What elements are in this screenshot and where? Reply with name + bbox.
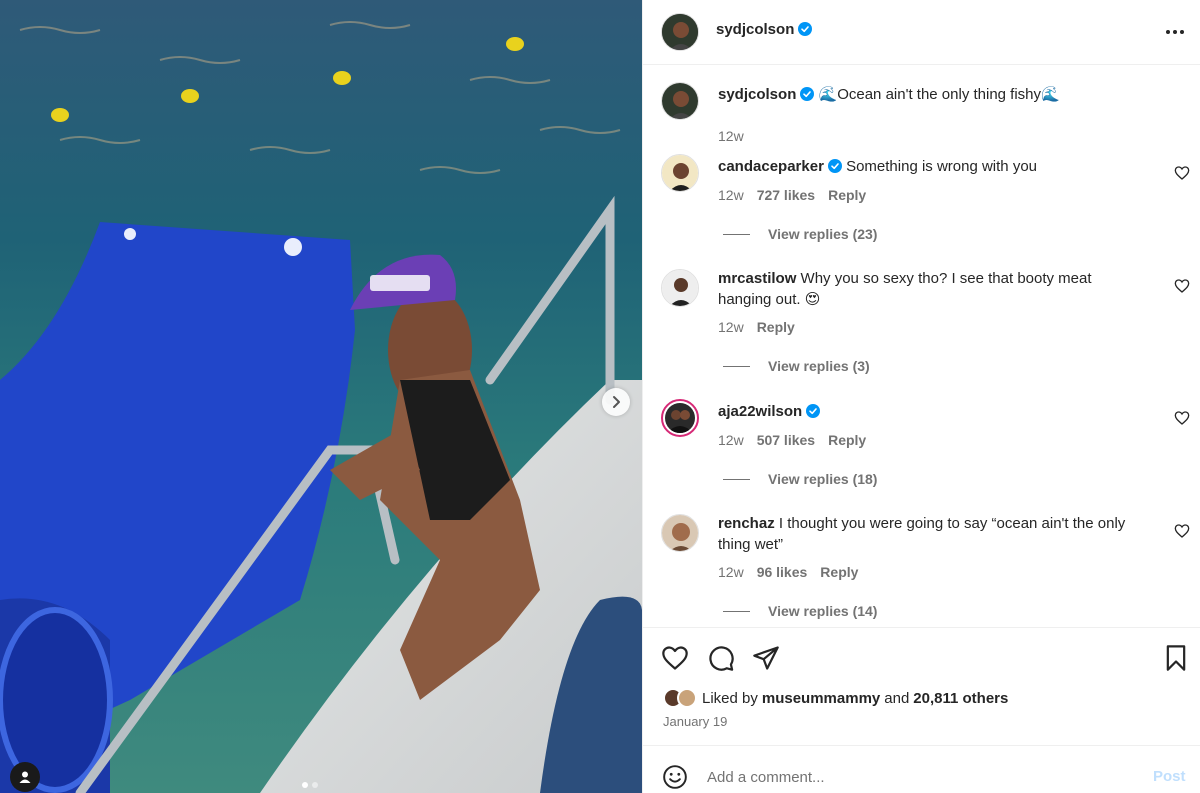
reply-button[interactable]: Reply	[828, 187, 866, 203]
comment-input[interactable]	[707, 764, 1127, 790]
replies-divider	[723, 365, 750, 367]
commenter-avatar[interactable]	[661, 514, 699, 552]
comment-text-row: aja22wilson	[718, 402, 1148, 423]
comment-meta: 12w 507 likes Reply	[718, 432, 866, 448]
likes-prefix: Liked by	[702, 689, 758, 707]
likes-count[interactable]: 20,811 others	[913, 690, 1008, 707]
user-tags-button[interactable]	[10, 762, 40, 792]
commenter-avatar[interactable]	[661, 269, 699, 307]
next-slide-button[interactable]	[602, 388, 630, 416]
reply-button[interactable]: Reply	[820, 564, 858, 580]
view-replies-label: View replies (18)	[768, 471, 878, 487]
comment-age: 12w	[718, 187, 744, 203]
commenter-avatar[interactable]	[661, 154, 699, 192]
comment-likes[interactable]: 727 likes	[757, 187, 815, 203]
reply-button[interactable]: Reply	[757, 319, 795, 335]
post-date[interactable]: January 19	[663, 714, 727, 729]
comment-item: renchaz I thought you were going to say …	[643, 511, 1200, 621]
replies-divider	[723, 233, 750, 235]
comment-composer: Post	[643, 745, 1200, 793]
view-replies-label: View replies (3)	[768, 358, 870, 374]
author-avatar-image	[662, 14, 698, 50]
comment-item: mrcastilow Why you so sexy tho? I see th…	[643, 266, 1200, 376]
carousel-dot	[302, 782, 308, 788]
commenter-avatar-image	[662, 270, 698, 306]
share-icon[interactable]	[752, 644, 780, 672]
reply-button[interactable]: Reply	[828, 432, 866, 448]
author-name-row: sydjcolson	[716, 21, 813, 39]
user-tag-icon	[19, 771, 31, 783]
more-options-button[interactable]	[1163, 20, 1187, 44]
commenter-username[interactable]: aja22wilson	[718, 403, 802, 420]
comment-age: 12w	[718, 319, 744, 335]
comment-text: I thought you were going to say “ocean a…	[718, 515, 1126, 553]
like-comment-heart-icon[interactable]	[1174, 410, 1190, 426]
carousel-dot	[312, 782, 318, 788]
comment-item: candaceparker Something is wrong with yo…	[643, 154, 1200, 244]
commenter-username[interactable]: renchaz	[718, 515, 775, 532]
verified-icon	[827, 159, 842, 173]
emoji-icon[interactable]	[662, 764, 688, 790]
view-replies-button[interactable]: View replies (23)	[723, 226, 877, 242]
commenter-avatar-image	[665, 403, 695, 433]
caption-avatar-image	[662, 83, 698, 119]
comment-age: 12w	[718, 432, 744, 448]
more-icon	[1166, 30, 1184, 34]
comment-age: 12w	[718, 564, 744, 580]
comment-text-row: renchaz I thought you were going to say …	[718, 514, 1148, 555]
comment-meta: 12w 727 likes Reply	[718, 187, 866, 203]
comment-meta: 12w Reply	[718, 319, 795, 335]
replies-divider	[723, 610, 750, 612]
comment-icon[interactable]	[707, 644, 735, 672]
post-comment-button[interactable]: Post	[1153, 768, 1186, 785]
carousel-dots	[302, 782, 318, 788]
like-comment-heart-icon[interactable]	[1174, 278, 1190, 294]
post-photo	[0, 0, 642, 793]
comment-likes[interactable]: 96 likes	[757, 564, 808, 580]
post-media[interactable]	[0, 0, 642, 793]
post-panel: sydjcolson sydjcolson 🌊Ocean ain't the o…	[642, 0, 1200, 793]
caption-text-row: sydjcolson 🌊Ocean ain't the only thing f…	[718, 85, 1148, 106]
caption-username[interactable]: sydjcolson	[718, 86, 796, 103]
view-replies-button[interactable]: View replies (14)	[723, 603, 877, 619]
verified-icon	[806, 404, 821, 418]
comment-item: aja22wilson 12w 507 likes Reply View rep…	[643, 399, 1200, 489]
caption-age: 12w	[718, 128, 744, 144]
verified-icon	[800, 87, 815, 101]
heart-icon[interactable]	[661, 644, 689, 672]
author-avatar[interactable]	[661, 13, 699, 51]
comment-text: Something is wrong with you	[846, 158, 1038, 175]
view-replies-button[interactable]: View replies (18)	[723, 471, 877, 487]
comments-section[interactable]: sydjcolson 🌊Ocean ain't the only thing f…	[643, 66, 1200, 626]
caption-meta: 12w	[718, 128, 744, 144]
commenter-avatar-story-ring[interactable]	[661, 399, 699, 437]
caption: sydjcolson 🌊Ocean ain't the only thing f…	[643, 82, 1200, 144]
comment-likes[interactable]: 507 likes	[757, 432, 815, 448]
comment-meta: 12w 96 likes Reply	[718, 564, 858, 580]
liker-username[interactable]: museummammy	[762, 690, 880, 707]
commenter-username[interactable]: mrcastilow	[718, 270, 796, 287]
comment-text-row: candaceparker Something is wrong with yo…	[718, 157, 1148, 178]
view-replies-label: View replies (23)	[768, 226, 878, 242]
like-comment-heart-icon[interactable]	[1174, 165, 1190, 181]
view-replies-label: View replies (14)	[768, 603, 878, 619]
verified-icon	[798, 22, 813, 36]
likes-middle: and	[884, 689, 910, 707]
view-replies-button[interactable]: View replies (3)	[723, 358, 870, 374]
like-comment-heart-icon[interactable]	[1174, 523, 1190, 539]
liker-avatar	[677, 688, 697, 708]
commenter-avatar-image	[662, 155, 698, 191]
comment-text-row: mrcastilow Why you so sexy tho? I see th…	[718, 269, 1148, 310]
commenter-avatar-image	[662, 515, 698, 551]
caption-text: 🌊Ocean ain't the only thing fishy🌊	[818, 86, 1060, 103]
post-header: sydjcolson	[643, 0, 1200, 65]
likes-summary[interactable]: Liked by museummammy and 20,811 others	[663, 688, 1008, 708]
commenter-username[interactable]: candaceparker	[718, 158, 824, 175]
author-username[interactable]: sydjcolson	[716, 21, 794, 38]
bookmark-icon[interactable]	[1162, 644, 1190, 672]
replies-divider	[723, 478, 750, 480]
next-arrow-icon	[613, 396, 620, 408]
caption-avatar[interactable]	[661, 82, 699, 120]
